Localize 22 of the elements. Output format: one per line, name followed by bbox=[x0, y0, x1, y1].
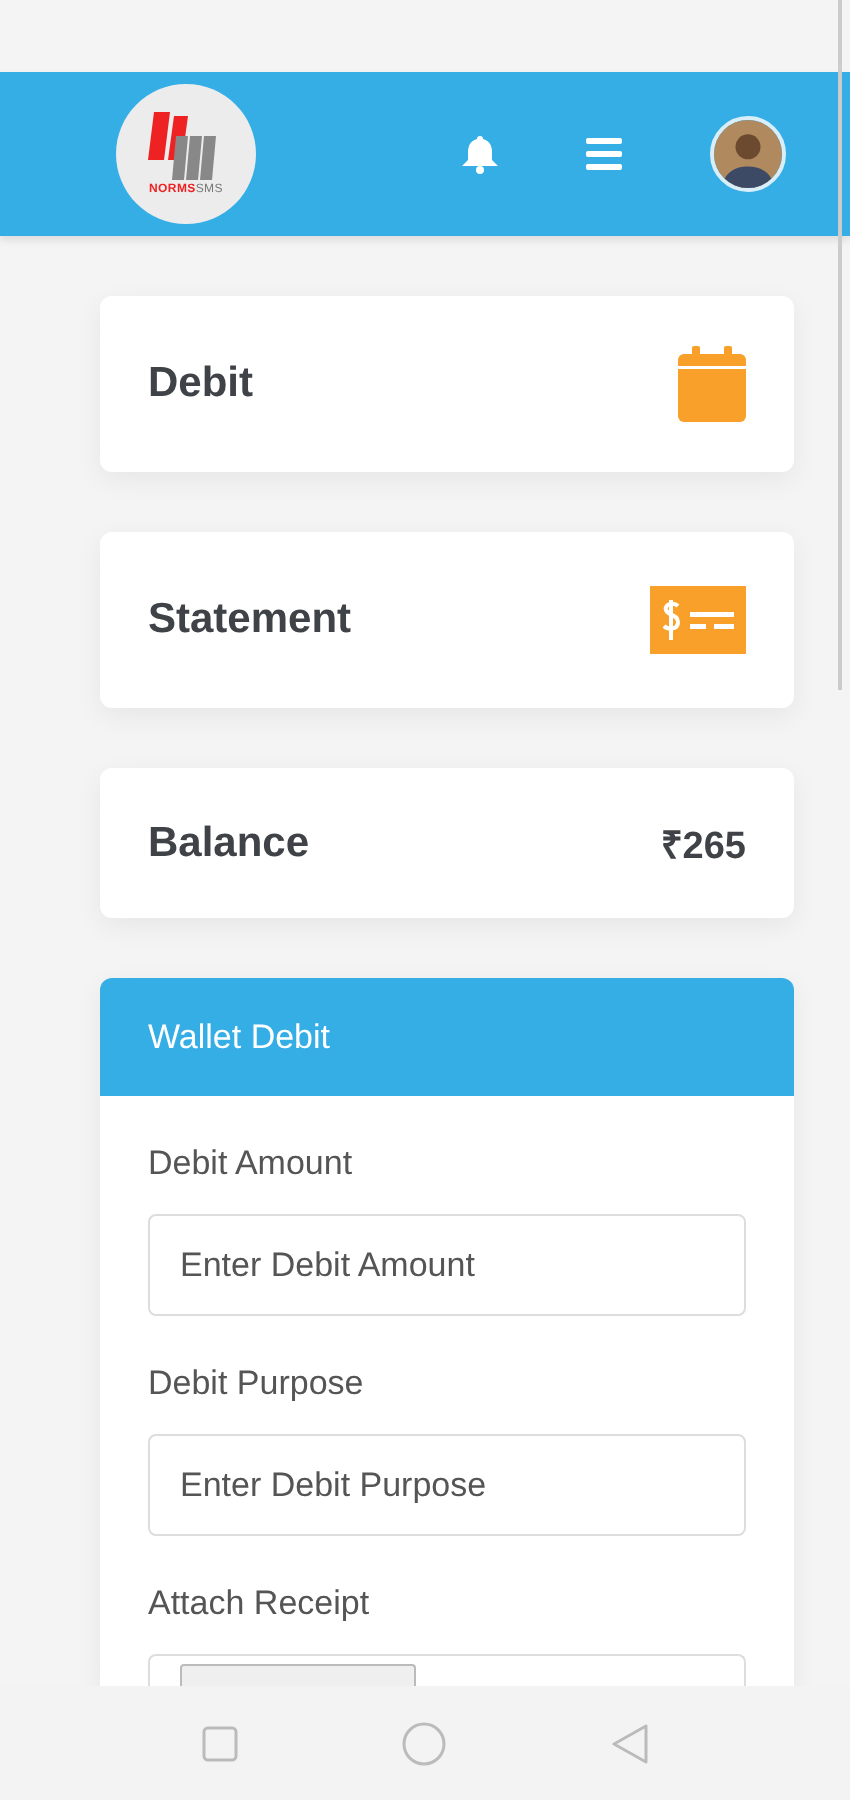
avatar[interactable] bbox=[710, 116, 786, 192]
card-title: Balance bbox=[148, 819, 310, 867]
bell-icon[interactable] bbox=[462, 135, 498, 173]
square-icon[interactable] bbox=[202, 1725, 239, 1761]
menu-card[interactable]: Debit bbox=[100, 296, 794, 472]
menu-card[interactable]: Balance ₹265 bbox=[100, 768, 794, 918]
input-field[interactable]: Enter Debit Purpose bbox=[148, 1434, 746, 1536]
bill-icon bbox=[650, 586, 746, 654]
field-label: Debit Amount bbox=[148, 1144, 355, 1184]
menu-icon[interactable] bbox=[586, 138, 622, 170]
circle-icon[interactable] bbox=[402, 1721, 447, 1765]
balance-amount: ₹265 bbox=[660, 823, 746, 869]
field-label: Debit Purpose bbox=[148, 1364, 366, 1404]
triangle-icon[interactable] bbox=[611, 1723, 648, 1763]
calendar-icon bbox=[678, 346, 746, 422]
choose-file-button[interactable] bbox=[180, 1664, 416, 1686]
input-field[interactable]: Enter Debit Amount bbox=[148, 1214, 746, 1316]
card-title: Statement bbox=[148, 596, 352, 644]
card-title: Debit bbox=[148, 360, 253, 408]
panel-title: Wallet Debit bbox=[148, 1017, 331, 1057]
menu-card[interactable]: Statement bbox=[100, 532, 794, 708]
field-label: Attach Receipt bbox=[148, 1584, 372, 1624]
